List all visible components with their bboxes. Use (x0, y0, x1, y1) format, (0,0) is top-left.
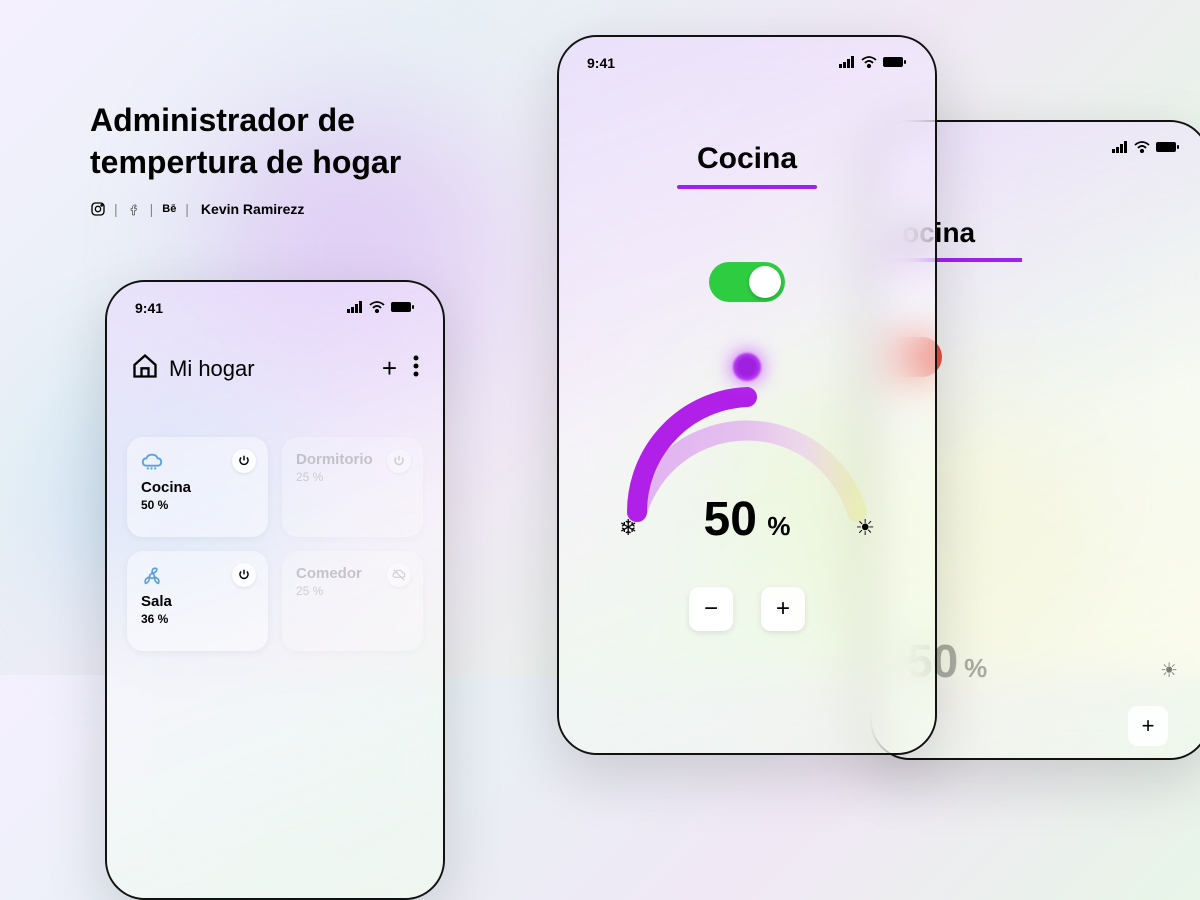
power-button[interactable] (232, 449, 256, 473)
signal-icon (347, 300, 363, 316)
battery-icon (391, 300, 415, 316)
increase-button[interactable]: + (1128, 706, 1168, 746)
hero-section: Administrador de tempertura de hogar | |… (90, 100, 401, 217)
room-title: Cocina (559, 142, 935, 176)
decrease-button[interactable]: − (689, 587, 733, 631)
battery-icon (1156, 140, 1180, 156)
sun-icon: ☀ (1160, 658, 1178, 683)
power-button[interactable] (387, 449, 411, 473)
social-row: | | Bē | Kevin Ramirezz (90, 201, 401, 217)
temp-unit: % (964, 653, 987, 684)
toggle-switch[interactable] (709, 262, 785, 302)
signal-icon (839, 55, 855, 71)
gauge-handle[interactable] (733, 353, 761, 381)
room-card-dormitorio[interactable]: Dormitorio 25 % (282, 437, 423, 537)
room-percent: 25 % (296, 584, 409, 598)
room-percent: 36 % (141, 612, 254, 626)
phone-home: 9:41 Mi hogar + Cocina 50 % (105, 280, 445, 900)
battery-icon (883, 55, 907, 71)
status-time: 9:41 (135, 300, 163, 316)
wifi-icon (1134, 140, 1150, 156)
home-icon (131, 352, 159, 385)
cloud-off-icon[interactable] (387, 563, 411, 587)
room-card-sala[interactable]: Sala 36 % (127, 551, 268, 651)
wifi-icon (369, 300, 385, 316)
more-button[interactable] (413, 353, 419, 384)
cloud-icon (141, 451, 163, 473)
room-name: Cocina (141, 479, 254, 496)
room-card-comedor[interactable]: Comedor 25 % (282, 551, 423, 651)
temp-unit: % (767, 511, 790, 541)
signal-icon (1112, 140, 1128, 156)
status-time: 9:41 (587, 55, 615, 71)
facebook-icon[interactable] (126, 201, 142, 217)
wifi-icon (861, 55, 877, 71)
room-card-cocina[interactable]: Cocina 50 % (127, 437, 268, 537)
temperature-display: 50 % (559, 492, 935, 547)
increase-button[interactable]: + (761, 587, 805, 631)
author-name: Kevin Ramirezz (201, 201, 304, 217)
rooms-grid: Cocina 50 % Dormitorio 25 % Sala 36 % Co… (127, 437, 423, 651)
power-button[interactable] (232, 563, 256, 587)
status-bar: 9:41 (107, 300, 443, 316)
title-underline (677, 185, 817, 189)
room-percent: 25 % (296, 470, 409, 484)
phone-detail: 9:41 Cocina ❄ ☀ 50 % (557, 35, 937, 755)
room-percent: 50 % (141, 498, 254, 512)
title-line-1: Administrador de (90, 100, 401, 142)
home-title: Mi hogar (169, 356, 255, 382)
fan-icon (141, 565, 163, 587)
behance-icon[interactable]: Bē (161, 201, 177, 217)
add-button[interactable]: + (382, 353, 397, 384)
page-title: Administrador de tempertura de hogar (90, 100, 401, 183)
room-name: Sala (141, 593, 254, 610)
instagram-icon[interactable] (90, 201, 106, 217)
temp-value: 50 (704, 493, 757, 546)
title-line-2: tempertura de hogar (90, 142, 401, 184)
status-bar: 9:41 (559, 55, 935, 71)
